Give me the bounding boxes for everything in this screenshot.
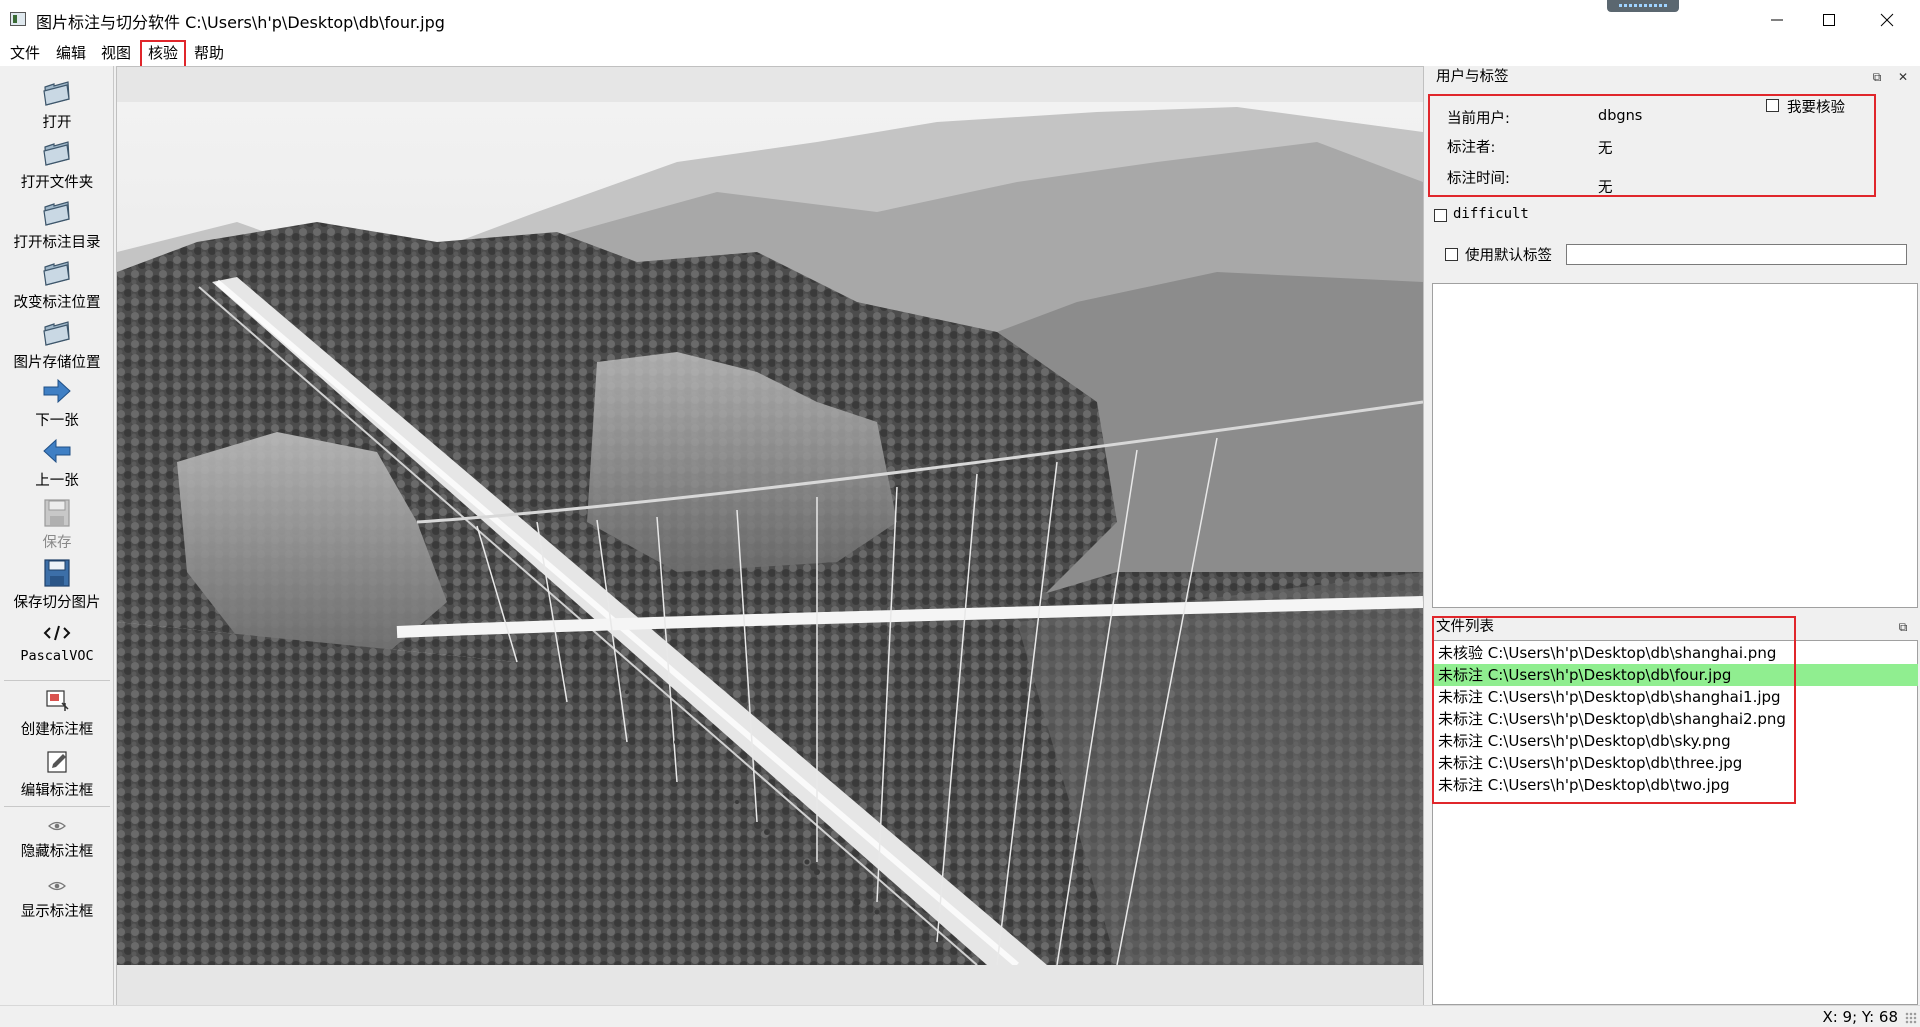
close-icon (1880, 13, 1894, 27)
title-bar: 图片标注与切分软件 C:\Users\h'p\Desktop\db\four.j… (0, 0, 1920, 40)
folder-icon (43, 81, 70, 106)
toolbar-divider (4, 806, 110, 807)
minimize-button[interactable] (1748, 0, 1806, 40)
default-label-checkbox[interactable] (1445, 248, 1458, 261)
tool-save-split-image[interactable]: 保存切分图片 (0, 557, 114, 612)
eye-icon (48, 881, 66, 891)
tool-format-pascalvoc[interactable]: PascalVOC (0, 622, 114, 664)
tool-hide-boxes-label: 隐藏标注框 (20, 844, 94, 860)
tool-show-boxes[interactable]: 显示标注框 (0, 874, 114, 921)
arrow-right-icon (43, 378, 71, 404)
folder-icon (43, 141, 70, 166)
tool-next-image-label: 下一张 (35, 413, 79, 429)
label-panel-title: 用户与标签 (1436, 69, 1509, 85)
folder-icon (43, 201, 70, 226)
float-icon[interactable]: ⧉ (1896, 620, 1910, 634)
status-bar: X: 9; Y: 68 (0, 1005, 1920, 1027)
minimize-icon (1771, 19, 1783, 21)
tool-create-box[interactable]: 创建标注框 (0, 686, 114, 739)
app-icon (10, 12, 26, 26)
tool-open-annotation-dir[interactable]: 打开标注目录 (0, 197, 114, 252)
label-list[interactable] (1432, 283, 1918, 608)
canvas-image[interactable] (117, 102, 1423, 965)
tool-open[interactable]: 打开 (0, 77, 114, 132)
folder-icon (43, 261, 70, 286)
tool-open-folder[interactable]: 打开文件夹 (0, 137, 114, 192)
tool-save-label: 保存 (42, 535, 72, 551)
toolbar-divider (4, 680, 110, 681)
tool-open-annotation-dir-label: 打开标注目录 (13, 235, 101, 251)
tool-open-folder-label: 打开文件夹 (20, 175, 94, 191)
menu-help[interactable]: 帮助 (194, 43, 224, 63)
tool-prev-image-label: 上一张 (35, 473, 79, 489)
tool-save[interactable]: 保存 (0, 497, 114, 552)
file-list-highlight (1432, 616, 1796, 804)
code-icon (43, 625, 71, 641)
tool-edit-box[interactable]: 编辑标注框 (0, 747, 114, 800)
menu-bar: 文件 编辑 视图 核验 帮助 (0, 40, 1920, 66)
tool-hide-boxes[interactable]: 隐藏标注框 (0, 814, 114, 861)
tool-save-split-image-label: 保存切分图片 (13, 595, 101, 611)
tool-image-save-location[interactable]: 图片存储位置 (0, 317, 114, 372)
menu-edit[interactable]: 编辑 (56, 43, 86, 63)
difficult-checkbox-label: difficult (1453, 206, 1529, 222)
bridge-photo (117, 102, 1423, 965)
save-icon (44, 499, 70, 527)
tool-show-boxes-label: 显示标注框 (20, 904, 94, 920)
menu-file[interactable]: 文件 (10, 43, 40, 63)
tool-open-label: 打开 (42, 115, 72, 131)
user-info-highlight (1428, 94, 1876, 197)
cursor-position: X: 9; Y: 68 (1822, 1008, 1898, 1026)
default-label-input[interactable] (1566, 244, 1907, 265)
eye-icon (48, 821, 66, 831)
maximize-button[interactable] (1800, 0, 1858, 40)
close-icon[interactable]: ✕ (1896, 70, 1910, 84)
left-toolbar: 打开 打开文件夹 打开标注目录 改变标注位置 图片存储位置 下一张 上一张 保存… (0, 66, 114, 1006)
edit-box-icon (47, 751, 67, 773)
tool-image-save-location-label: 图片存储位置 (13, 355, 101, 371)
difficult-checkbox[interactable] (1434, 209, 1447, 222)
tool-next-image[interactable]: 下一张 (0, 375, 114, 430)
save-icon (44, 559, 70, 587)
float-icon[interactable]: ⧉ (1870, 70, 1884, 84)
tool-prev-image[interactable]: 上一张 (0, 435, 114, 490)
folder-icon (43, 321, 70, 346)
tool-change-annotation-location[interactable]: 改变标注位置 (0, 257, 114, 312)
tool-format-pascalvoc-label: PascalVOC (20, 648, 94, 664)
close-button[interactable] (1858, 0, 1916, 40)
tool-create-box-label: 创建标注框 (20, 722, 94, 738)
resize-grip-icon[interactable] (1905, 1012, 1917, 1024)
window-title: 图片标注与切分软件 C:\Users\h'p\Desktop\db\four.j… (36, 13, 445, 32)
maximize-icon (1823, 14, 1835, 26)
create-box-icon (46, 690, 69, 711)
tool-change-annotation-location-label: 改变标注位置 (13, 295, 101, 311)
menu-view[interactable]: 视图 (101, 43, 131, 63)
drag-handle[interactable] (1607, 0, 1679, 12)
arrow-left-icon (43, 438, 71, 464)
default-label-checkbox-label: 使用默认标签 (1465, 248, 1552, 264)
tool-edit-box-label: 编辑标注框 (20, 783, 94, 799)
